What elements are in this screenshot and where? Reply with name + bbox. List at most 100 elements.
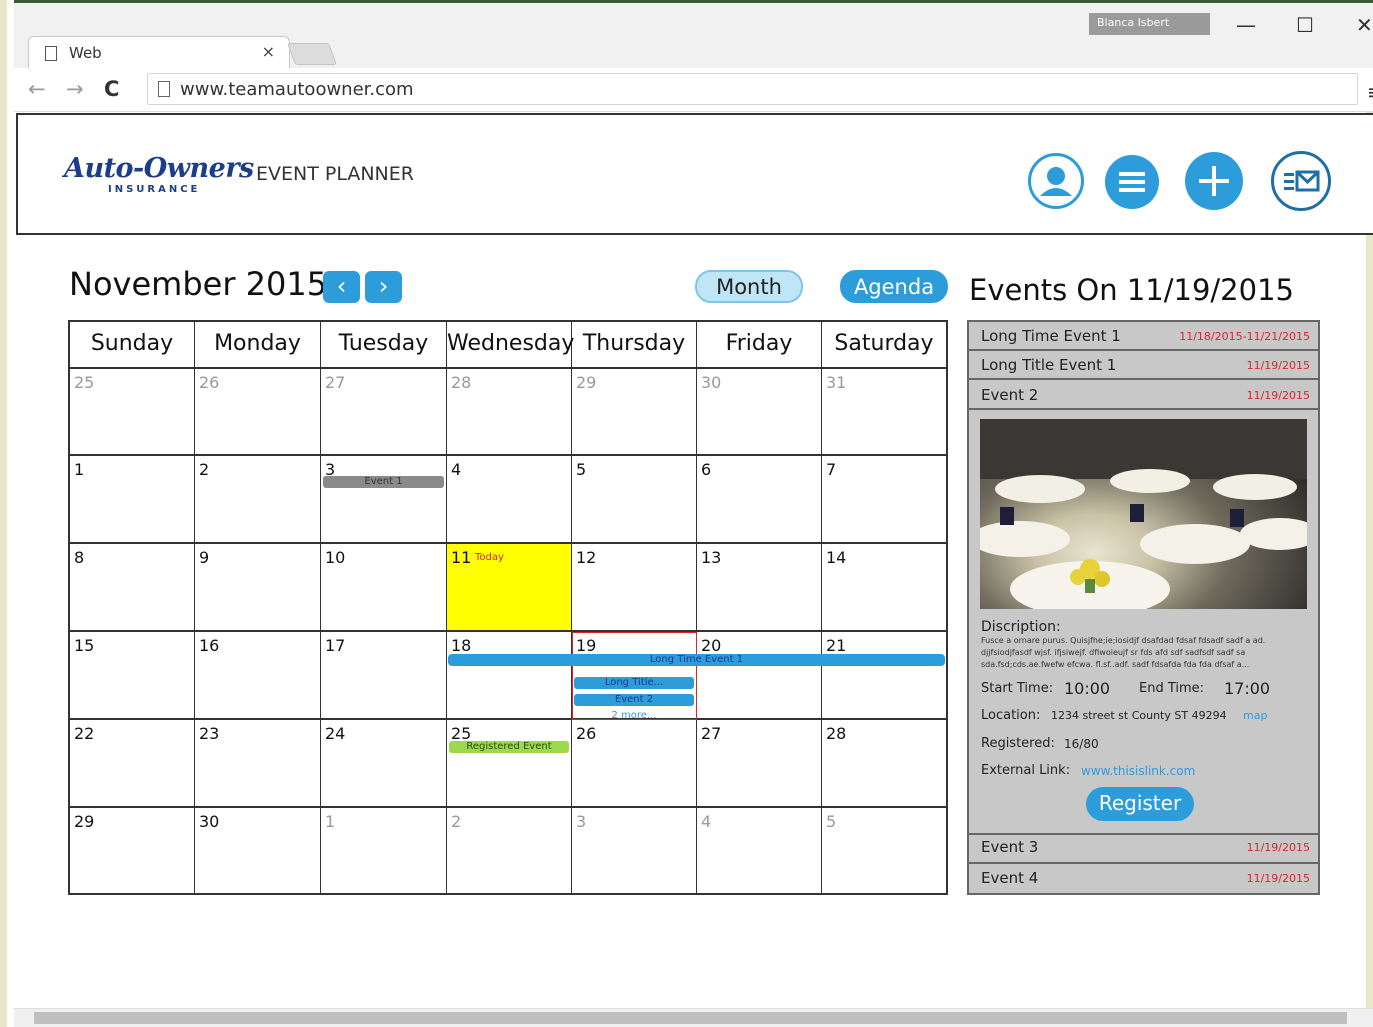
brand-subtitle: INSURANCE — [108, 184, 201, 195]
day-cell[interactable]: 2 — [447, 808, 572, 893]
calendar-grid: Sunday Monday Tuesday Wednesday Thursday… — [68, 320, 948, 895]
agenda-view-button[interactable]: Agenda — [840, 270, 948, 303]
event-detail: Discription: Fusce a ornare purus. Quisj… — [969, 411, 1318, 835]
day-cell[interactable]: 25 — [70, 369, 195, 456]
day-cell[interactable]: 15 — [70, 632, 195, 720]
external-link[interactable]: www.thisislink.com — [1081, 764, 1195, 778]
minimize-button[interactable]: — — [1236, 13, 1256, 37]
list-menu-icon[interactable] — [1105, 155, 1159, 209]
day-cell[interactable]: 9 — [195, 544, 321, 632]
day-cell[interactable]: 27 — [321, 369, 447, 456]
day-cell[interactable]: 26 — [195, 369, 321, 456]
day-cell[interactable]: 18 — [447, 632, 572, 720]
day-cell[interactable]: 31 — [822, 369, 946, 456]
event-list-item-expanded[interactable]: Event 2 11/19/2015 — [969, 381, 1318, 410]
selected-day-cell[interactable]: 19 Long Title... Event 2 2 more... — [572, 632, 697, 721]
day-cell[interactable]: 28 — [822, 720, 946, 808]
url-field[interactable]: www.teamautoowner.com — [147, 73, 1358, 105]
day-header: Wednesday — [447, 322, 574, 369]
user-badge[interactable]: Blanca Isbert — [1089, 13, 1210, 35]
calendar-event[interactable]: Long Title... — [574, 677, 694, 689]
event-list-item[interactable]: Event 4 11/19/2015 — [969, 864, 1318, 895]
event-list-item[interactable]: Event 3 11/19/2015 — [969, 833, 1318, 864]
new-tab-button[interactable] — [286, 43, 338, 65]
day-cell[interactable]: 13 — [697, 544, 822, 632]
register-button[interactable]: Register — [1086, 787, 1194, 821]
day-cell[interactable]: 10 — [321, 544, 447, 632]
day-cell[interactable]: 12 — [572, 544, 697, 632]
event-list-item[interactable]: Long Title Event 1 11/19/2015 — [969, 351, 1318, 380]
location-value: 1234 street st County ST 49294 — [1051, 709, 1227, 722]
day-cell[interactable]: 29 — [70, 808, 195, 893]
calendar-event[interactable]: Event 1 — [323, 476, 444, 488]
day-cell[interactable]: 5 — [572, 456, 697, 544]
start-time-label: Start Time: — [981, 681, 1054, 696]
description-label: Discription: — [981, 619, 1061, 635]
day-cell[interactable]: 20 — [697, 632, 822, 720]
day-cell[interactable]: 1 — [321, 808, 447, 893]
scrollbar-thumb[interactable] — [34, 1012, 1347, 1024]
day-cell[interactable]: 29 — [572, 369, 697, 456]
browser-menu-icon[interactable]: ≡ — [1367, 80, 1373, 104]
day-cell[interactable]: 4 — [697, 808, 822, 893]
events-panel-title: Events On 11/19/2015 — [969, 273, 1294, 307]
next-month-button[interactable]: › — [365, 271, 402, 303]
events-panel: Long Time Event 1 11/18/2015-11/21/2015 … — [967, 320, 1320, 895]
location-label: Location: — [981, 708, 1041, 723]
day-cell[interactable]: 24 — [321, 720, 447, 808]
logo[interactable]: Auto-Owners INSURANCE EVENT PLANNER — [64, 153, 414, 195]
day-cell[interactable]: 3 — [572, 808, 697, 893]
day-cell[interactable]: 23 — [195, 720, 321, 808]
day-cell[interactable]: 7 — [822, 456, 946, 544]
multi-day-event[interactable]: Long Time Event 1 — [448, 654, 945, 666]
event-photo — [980, 419, 1307, 609]
day-cell[interactable]: 8 — [70, 544, 195, 632]
day-cell[interactable]: 27 — [697, 720, 822, 808]
day-cell[interactable]: 3 Event 1 — [321, 456, 447, 544]
maximize-button[interactable]: ☐ — [1296, 13, 1314, 37]
month-view-button[interactable]: Month — [695, 270, 803, 303]
user-profile-icon[interactable] — [1028, 153, 1084, 209]
registered-event[interactable]: Registered Event — [449, 741, 569, 753]
today-label: Today — [475, 552, 504, 563]
day-cell[interactable]: 21 — [822, 632, 946, 720]
browser-window: Web × Blanca Isbert — ☐ ✕ ← → C www.team… — [0, 0, 1373, 1027]
url-text: www.teamautoowner.com — [180, 79, 414, 100]
close-window-button[interactable]: ✕ — [1356, 13, 1373, 37]
tab-close-icon[interactable]: × — [262, 42, 275, 61]
event-list-item[interactable]: Long Time Event 1 11/18/2015-11/21/2015 — [969, 322, 1318, 351]
brand-name: Auto-Owners — [64, 153, 254, 184]
today-cell[interactable]: 11 Today — [447, 544, 572, 632]
day-cell[interactable]: 25 Registered Event — [447, 720, 572, 808]
start-time-value: 10:00 — [1064, 679, 1111, 698]
map-link[interactable]: map — [1243, 709, 1267, 722]
day-cell[interactable]: 30 — [195, 808, 321, 893]
day-cell[interactable]: 5 — [822, 808, 946, 893]
day-cell[interactable]: 28 — [447, 369, 572, 456]
day-cell[interactable]: 16 — [195, 632, 321, 720]
reload-icon[interactable]: C — [104, 77, 119, 101]
back-icon[interactable]: ← — [28, 77, 46, 101]
day-cell[interactable]: 2 — [195, 456, 321, 544]
calendar-event[interactable]: Event 2 — [574, 694, 694, 706]
horizontal-scrollbar[interactable] — [14, 1008, 1373, 1027]
prev-month-button[interactable]: ‹ — [323, 271, 360, 303]
email-list-icon[interactable] — [1271, 151, 1331, 211]
day-cell[interactable]: 14 — [822, 544, 946, 632]
day-header: Thursday — [572, 322, 697, 369]
day-cell[interactable]: 17 — [321, 632, 447, 720]
day-cell[interactable]: 30 — [697, 369, 822, 456]
day-cell[interactable]: 4 — [447, 456, 572, 544]
page-icon — [158, 81, 170, 97]
add-event-icon[interactable] — [1185, 152, 1243, 210]
description-text: Fusce a ornare purus. Quisjfhe;ie;iosidj… — [981, 636, 1266, 669]
browser-tab[interactable]: Web × — [28, 36, 290, 72]
day-cell[interactable]: 26 — [572, 720, 697, 808]
title-bar: Web × Blanca Isbert — ☐ ✕ — [14, 0, 1373, 72]
day-header: Tuesday — [321, 322, 447, 369]
day-header: Monday — [195, 322, 321, 369]
day-cell[interactable]: 1 — [70, 456, 195, 544]
day-cell[interactable]: 6 — [697, 456, 822, 544]
day-cell[interactable]: 22 — [70, 720, 195, 808]
forward-icon[interactable]: → — [66, 77, 84, 101]
